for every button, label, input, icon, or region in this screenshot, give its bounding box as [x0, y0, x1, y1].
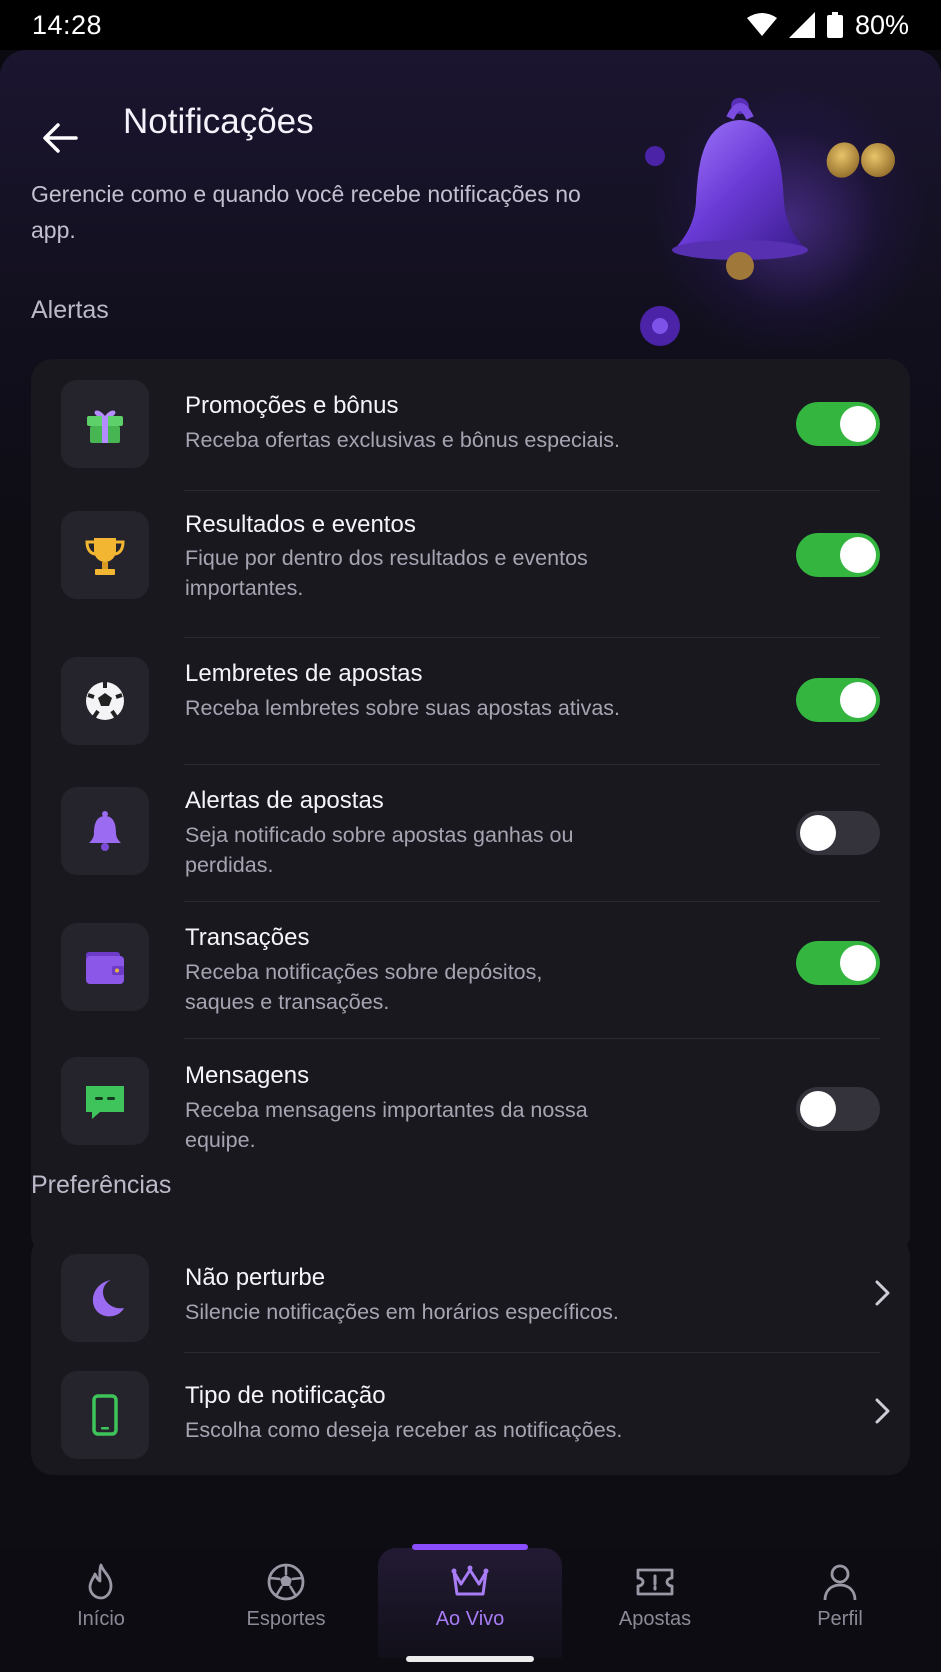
soccer-ball-icon: [61, 657, 149, 745]
status-bar: 14:28 80%: [0, 0, 941, 50]
home-indicator[interactable]: [406, 1656, 534, 1662]
page-title: Notificações: [123, 102, 314, 141]
page-description: Gerencie como e quando você recebe notif…: [31, 181, 581, 243]
alert-title: Promoções e bônus: [185, 392, 399, 419]
nav-item-esportes[interactable]: Esportes: [194, 1562, 378, 1652]
alert-subtitle: Receba notificações sobre depósitos, saq…: [185, 960, 543, 1014]
alert-row-transacoes: Transações Receba notificações sobre dep…: [31, 902, 910, 1038]
bell-icon: [61, 787, 149, 875]
alert-row-mensagens: Mensagens Receba mensagens importantes d…: [31, 1039, 910, 1179]
alert-title: Lembretes de apostas: [185, 660, 423, 687]
wallet-icon: [61, 923, 149, 1011]
alert-title: Transações: [185, 924, 310, 951]
alert-subtitle: Fique por dentro dos resultados e evento…: [185, 546, 588, 600]
pref-title: Não perturbe: [185, 1264, 326, 1291]
alert-title: Resultados e eventos: [185, 511, 416, 538]
nav-label: Início: [77, 1608, 125, 1630]
alert-row-promocoes: Promoções e bônus Receba ofertas exclusi…: [31, 359, 910, 489]
alert-subtitle: Seja notificado sobre apostas ganhas ou …: [185, 823, 574, 877]
toggle-alertas-apostas[interactable]: [796, 811, 880, 855]
toggle-mensagens[interactable]: [796, 1087, 880, 1131]
status-icons: 80%: [746, 9, 909, 41]
back-arrow-icon[interactable]: [36, 114, 84, 162]
section-label-alertas: Alertas: [31, 296, 109, 324]
alert-row-lembretes: Lembretes de apostas Receba lembretes so…: [31, 638, 910, 764]
user-icon: [823, 1564, 857, 1601]
nav-label: Apostas: [618, 1608, 692, 1630]
toggle-knob: [840, 682, 876, 718]
flame-icon: [88, 1563, 113, 1600]
nav-label: Ao Vivo: [435, 1608, 505, 1630]
signal-icon: [788, 12, 815, 38]
trophy-icon: [61, 511, 149, 599]
pref-row-nao-perturbe[interactable]: Não perturbe Silencie notificações em ho…: [31, 1234, 910, 1352]
phone-icon: [61, 1371, 149, 1459]
nav-item-ao-vivo[interactable]: Ao Vivo: [378, 1562, 562, 1652]
active-tab-indicator: [412, 1544, 528, 1550]
toggle-knob: [840, 945, 876, 981]
ticket-icon: [636, 1568, 674, 1596]
alerts-card: Promoções e bônus Receba ofertas exclusi…: [31, 359, 910, 1256]
alert-row-resultados: Resultados e eventos Fique por dentro do…: [31, 491, 910, 637]
toggle-knob: [840, 406, 876, 442]
nav-item-apostas[interactable]: Apostas: [563, 1562, 747, 1652]
chevron-right-icon: [875, 1280, 890, 1306]
nav-label: Esportes: [246, 1608, 326, 1630]
moon-icon: [61, 1254, 149, 1342]
notifications-screen: Notificações Gerencie como e quando você…: [0, 50, 941, 1672]
bell-illustration: [640, 97, 895, 346]
alert-subtitle: Receba lembretes sobre suas apostas ativ…: [185, 696, 621, 720]
toggle-promocoes[interactable]: [796, 402, 880, 446]
pref-title: Tipo de notificação: [185, 1382, 386, 1409]
bottom-navigation: Início Esportes Ao Vivo Apostas Perfil: [0, 1544, 941, 1672]
message-icon: [61, 1057, 149, 1145]
nav-item-inicio[interactable]: Início: [9, 1562, 193, 1652]
alert-title: Mensagens: [185, 1062, 310, 1089]
chevron-right-icon: [875, 1398, 890, 1424]
pref-row-tipo-notificacao[interactable]: Tipo de notificação Escolha como deseja …: [31, 1353, 910, 1475]
toggle-transacoes[interactable]: [796, 941, 880, 985]
toggle-knob: [840, 537, 876, 573]
status-time: 14:28: [32, 9, 103, 40]
soccer-ball-icon: [267, 1563, 305, 1601]
toggle-knob: [800, 815, 836, 851]
gift-icon: [61, 380, 149, 468]
alert-subtitle: Receba mensagens importantes da nossa eq…: [185, 1098, 588, 1152]
section-label-preferencias: Preferências: [31, 1171, 172, 1199]
nav-item-perfil[interactable]: Perfil: [748, 1562, 932, 1652]
pref-subtitle: Silencie notificações em horários especí…: [185, 1300, 619, 1324]
alert-subtitle: Receba ofertas exclusivas e bônus especi…: [185, 428, 621, 452]
wifi-icon: [746, 13, 777, 36]
crown-icon: [451, 1565, 489, 1596]
toggle-lembretes[interactable]: [796, 678, 880, 722]
nav-label: Perfil: [817, 1608, 863, 1630]
toggle-knob: [800, 1091, 836, 1127]
alert-row-alertas-apostas: Alertas de apostas Seja notificado sobre…: [31, 765, 910, 901]
pref-subtitle: Escolha como deseja receber as notificaç…: [185, 1418, 623, 1442]
toggle-resultados[interactable]: [796, 533, 880, 577]
preferences-card: Não perturbe Silencie notificações em ho…: [31, 1234, 910, 1475]
alert-title: Alertas de apostas: [185, 787, 384, 814]
battery-icon: [826, 12, 843, 38]
battery-percent: 80%: [854, 9, 909, 40]
